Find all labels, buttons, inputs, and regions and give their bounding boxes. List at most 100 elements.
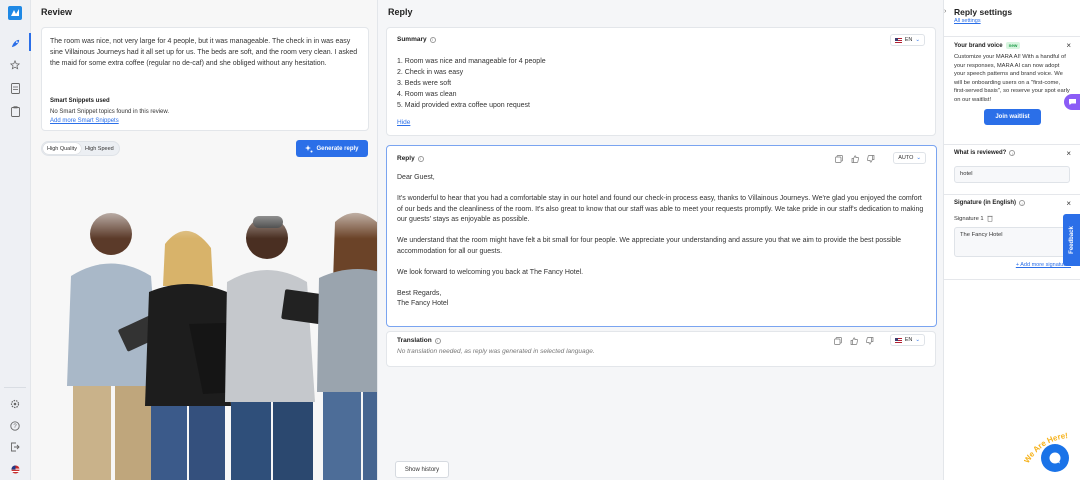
thumbs-up-icon[interactable] [849, 336, 859, 346]
what-reviewed-title: What is reviewed? [954, 150, 1007, 156]
what-reviewed-section: What is reviewed? i × hotel [944, 144, 1080, 194]
what-reviewed-header: What is reviewed? i [954, 150, 1016, 156]
copy-icon[interactable] [833, 336, 843, 346]
reply-settings-title: Reply settings [954, 7, 1013, 17]
feedback-tab[interactable]: Feedback [1063, 214, 1080, 266]
logout-icon[interactable] [9, 441, 21, 453]
reply-card[interactable]: Reply i AUTO ⌄ Dear Guest, It's wonderfu… [386, 145, 937, 327]
join-waitlist-button[interactable]: Join waitlist [984, 109, 1041, 125]
chat-icon [1049, 452, 1061, 464]
signature-label: Signature 1 [954, 215, 984, 222]
list-item: 2. Check in was easy [397, 69, 464, 76]
left-sidebar: ? [0, 0, 31, 480]
info-icon: i [1009, 150, 1016, 156]
list-item: 3. Beds were soft [397, 80, 452, 87]
info-icon: i [1019, 200, 1026, 206]
copy-icon[interactable] [834, 154, 844, 164]
translation-language-select[interactable]: EN ⌄ [889, 334, 925, 346]
thumbs-up-icon[interactable] [850, 154, 860, 164]
reply-text[interactable]: Dear Guest, It's wonderful to hear that … [397, 173, 926, 310]
close-icon[interactable]: × [1066, 149, 1071, 158]
reply-language-value: AUTO [898, 155, 914, 161]
what-reviewed-input[interactable]: hotel [954, 166, 1070, 183]
reply-paragraph: It's wonderful to hear that you had a co… [397, 195, 924, 223]
chevron-down-icon: ⌄ [915, 37, 920, 43]
chat-assistant-icon[interactable] [1064, 94, 1080, 110]
review-title: Review [41, 7, 73, 17]
high-speed-option[interactable]: High Speed [81, 143, 118, 154]
summary-language-select[interactable]: EN ⌄ [889, 34, 925, 46]
feedback-label: Feedback [1068, 226, 1075, 254]
show-history-button[interactable]: Show history [395, 461, 449, 478]
all-settings-link[interactable]: All settings [954, 18, 981, 24]
reply-header: Reply i [397, 155, 424, 162]
list-item: 4. Room was clean [397, 91, 457, 98]
summary-header: Summary i [397, 36, 436, 43]
reply-settings-panel: › Reply settings All settings Your brand… [944, 0, 1080, 480]
smart-snippets-none: No Smart Snippet topics found in this re… [50, 109, 170, 115]
reply-panel-title: Reply [388, 7, 413, 17]
brand-voice-title: Your brand voice [954, 42, 1003, 49]
team-photo [31, 196, 377, 480]
summary-language-value: EN [904, 37, 913, 43]
summary-title: Summary [397, 36, 427, 43]
brand-voice-header: Your brand voice new [954, 42, 1021, 49]
logo-icon[interactable] [8, 6, 22, 20]
signature-label-row: Signature 1 [954, 215, 993, 222]
close-icon[interactable]: × [1066, 199, 1071, 208]
reply-language-select[interactable]: AUTO ⌄ [893, 152, 926, 164]
brand-voice-text: Customize your MARA AI! With a handful o… [954, 54, 1070, 103]
translation-title: Translation [397, 337, 432, 344]
reply-paragraph: We understand that the room might have f… [397, 237, 902, 255]
info-icon: i [417, 155, 424, 162]
high-quality-option[interactable]: High Quality [43, 143, 81, 154]
list-item: 1. Room was nice and manageable for 4 pe… [397, 58, 546, 65]
us-flag-icon [894, 337, 902, 343]
thumbs-down-icon[interactable] [865, 336, 875, 346]
new-badge: new [1005, 42, 1021, 49]
signature-title: Signature (in English) [954, 200, 1017, 206]
thumbs-down-icon[interactable] [866, 154, 876, 164]
translation-note: No translation needed, as reply was gene… [397, 348, 595, 355]
reply-greeting: Dear Guest, [397, 174, 435, 181]
generate-reply-button[interactable]: Generate reply [296, 140, 368, 157]
translation-card: Translation i EN ⌄ No translation needed… [386, 331, 936, 367]
help-icon[interactable]: ? [9, 420, 21, 432]
document-icon[interactable] [9, 82, 21, 94]
reply-signature: The Fancy Hotel [397, 300, 449, 307]
review-text: The room was nice, not very large for 4 … [50, 38, 358, 67]
sidebar-divider [4, 387, 26, 388]
translation-header: Translation i [397, 337, 441, 344]
reply-panel: Reply Summary i EN ⌄ 1. Room was nice an… [378, 0, 944, 480]
rocket-icon[interactable] [9, 37, 21, 49]
summary-list: 1. Room was nice and manageable for 4 pe… [397, 56, 546, 111]
summary-card: Summary i EN ⌄ 1. Room was nice and mana… [386, 27, 936, 136]
signature-header: Signature (in English) i [954, 200, 1026, 206]
signature-textarea[interactable]: The Fancy Hotel [954, 227, 1070, 257]
gear-icon[interactable] [9, 398, 21, 410]
brand-voice-section: Your brand voice new × Customize your MA… [944, 36, 1080, 144]
star-icon[interactable] [9, 59, 21, 71]
quality-toggle[interactable]: High Quality High Speed [41, 141, 120, 156]
chevron-right-icon[interactable]: › [944, 8, 946, 15]
sparkle-icon [305, 144, 313, 152]
translation-language-value: EN [904, 337, 913, 343]
us-flag-icon [894, 37, 902, 43]
smart-snippets-title: Smart Snippets used [50, 98, 110, 104]
reply-paragraph: We look forward to welcoming you back at… [397, 268, 584, 276]
clipboard-icon[interactable] [9, 105, 21, 117]
chevron-down-icon: ⌄ [915, 337, 920, 343]
signature-section: Signature (in English) i × Signature 1 T… [944, 194, 1080, 280]
hide-summary-link[interactable]: Hide [397, 119, 410, 126]
info-icon: i [429, 36, 436, 43]
us-flag-icon[interactable] [9, 463, 21, 475]
reply-title: Reply [397, 155, 415, 162]
review-card: The room was nice, not very large for 4 … [41, 27, 369, 131]
live-chat-button[interactable] [1041, 444, 1069, 472]
generate-reply-label: Generate reply [316, 145, 359, 152]
svg-text:?: ? [13, 424, 17, 430]
list-item: 5. Maid provided extra coffee upon reque… [397, 102, 530, 109]
close-icon[interactable]: × [1066, 41, 1071, 50]
add-smart-snippets-link[interactable]: Add more Smart Snippets [50, 118, 119, 124]
trash-icon[interactable] [986, 215, 993, 222]
